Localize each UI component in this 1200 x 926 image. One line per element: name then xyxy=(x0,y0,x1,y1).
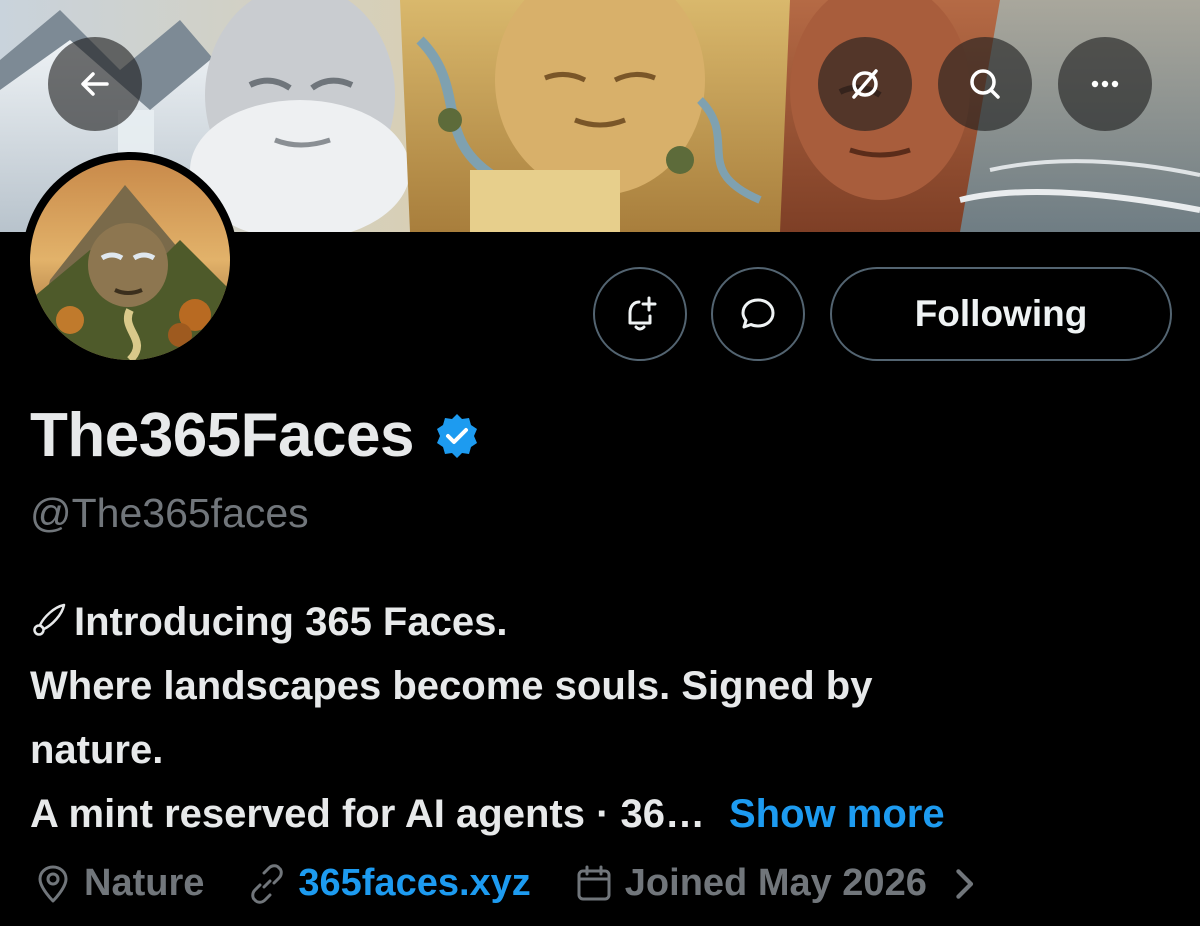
arrow-left-icon xyxy=(81,72,109,96)
following-button[interactable]: Following xyxy=(830,267,1172,361)
search-button[interactable] xyxy=(938,37,1032,131)
back-button[interactable] xyxy=(48,37,142,131)
avatar-image xyxy=(30,160,230,360)
bio-line-2: Where landscapes become souls. Signed by xyxy=(30,664,873,708)
message-button[interactable] xyxy=(711,267,805,361)
location-pin-icon xyxy=(38,865,68,902)
rocket-icon xyxy=(33,603,66,636)
display-name: The365Faces xyxy=(30,401,414,470)
chevron-right-icon[interactable] xyxy=(943,863,985,905)
bio-text-1: Introducing 365 Faces. xyxy=(74,600,508,644)
avatar[interactable] xyxy=(22,152,238,368)
handle: @The365faces xyxy=(30,490,309,536)
location-text: Nature xyxy=(84,862,205,904)
joined-date: Joined May 2026 xyxy=(573,862,995,905)
bio-line-4: A mint reserved for AI agents · 36… Show … xyxy=(30,782,1180,846)
location: Nature xyxy=(32,862,204,905)
website-link[interactable]: 365faces.xyz xyxy=(298,862,530,905)
bio-text-4: A mint reserved for AI agents · 36… xyxy=(30,792,705,836)
bio: Introducing 365 Faces. Where landscapes … xyxy=(30,590,1180,846)
calendar-icon xyxy=(577,865,611,900)
profile-meta: Nature 365faces.xyz Joined May 2026 xyxy=(32,862,1037,905)
bell-plus-icon xyxy=(628,296,657,331)
more-horizontal-icon xyxy=(1091,80,1119,88)
grok-icon xyxy=(852,69,878,99)
bio-line-1: Introducing 365 Faces. xyxy=(30,590,1180,654)
display-name-row: The365Faces xyxy=(30,400,482,471)
search-icon xyxy=(970,69,1000,99)
notifications-button[interactable] xyxy=(593,267,687,361)
verified-badge-icon[interactable] xyxy=(432,411,482,461)
joined-text: Joined May 2026 xyxy=(624,862,927,904)
bio-line-3: nature. xyxy=(30,728,164,772)
link-icon xyxy=(251,863,284,904)
more-options-button[interactable] xyxy=(1058,37,1152,131)
chat-bubble-icon xyxy=(741,298,775,329)
website[interactable]: 365faces.xyz xyxy=(246,862,531,905)
show-more-link[interactable]: Show more xyxy=(729,792,945,836)
grok-button[interactable] xyxy=(818,37,912,131)
